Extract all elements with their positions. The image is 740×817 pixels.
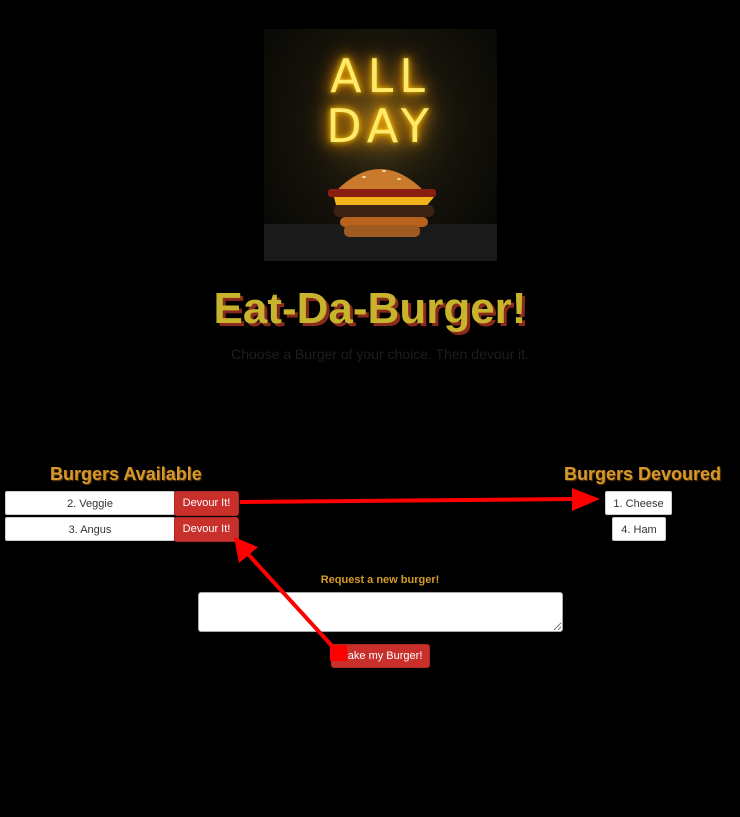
arrow-right-head [572, 488, 600, 511]
burger-name-input[interactable] [198, 592, 563, 632]
devour-button-veggie[interactable]: Devour It! [174, 491, 239, 516]
make-burger-button[interactable]: Make my Burger! [331, 644, 430, 668]
hero-image: ALL DAY [264, 29, 497, 261]
devour-button-angus[interactable]: Devour It! [174, 517, 239, 542]
devoured-item-cheese: 1. Cheese [605, 491, 672, 515]
devoured-heading: Burgers Devoured [564, 464, 722, 484]
page-title: Eat-Da-Burger! [213, 284, 527, 333]
request-label: Request a new burger! [320, 574, 440, 586]
neon-text-line1: ALL [330, 49, 431, 103]
available-item-veggie: 2. Veggie [5, 491, 175, 515]
neon-text-line2: DAY [326, 99, 435, 153]
available-heading: Burgers Available [50, 464, 202, 484]
available-item-angus: 3. Angus [5, 517, 175, 541]
page-subtitle: Choose a Burger of your choice. Then dev… [231, 346, 529, 362]
devoured-item-ham: 4. Ham [612, 517, 666, 541]
arrow-right-line [239, 497, 573, 504]
